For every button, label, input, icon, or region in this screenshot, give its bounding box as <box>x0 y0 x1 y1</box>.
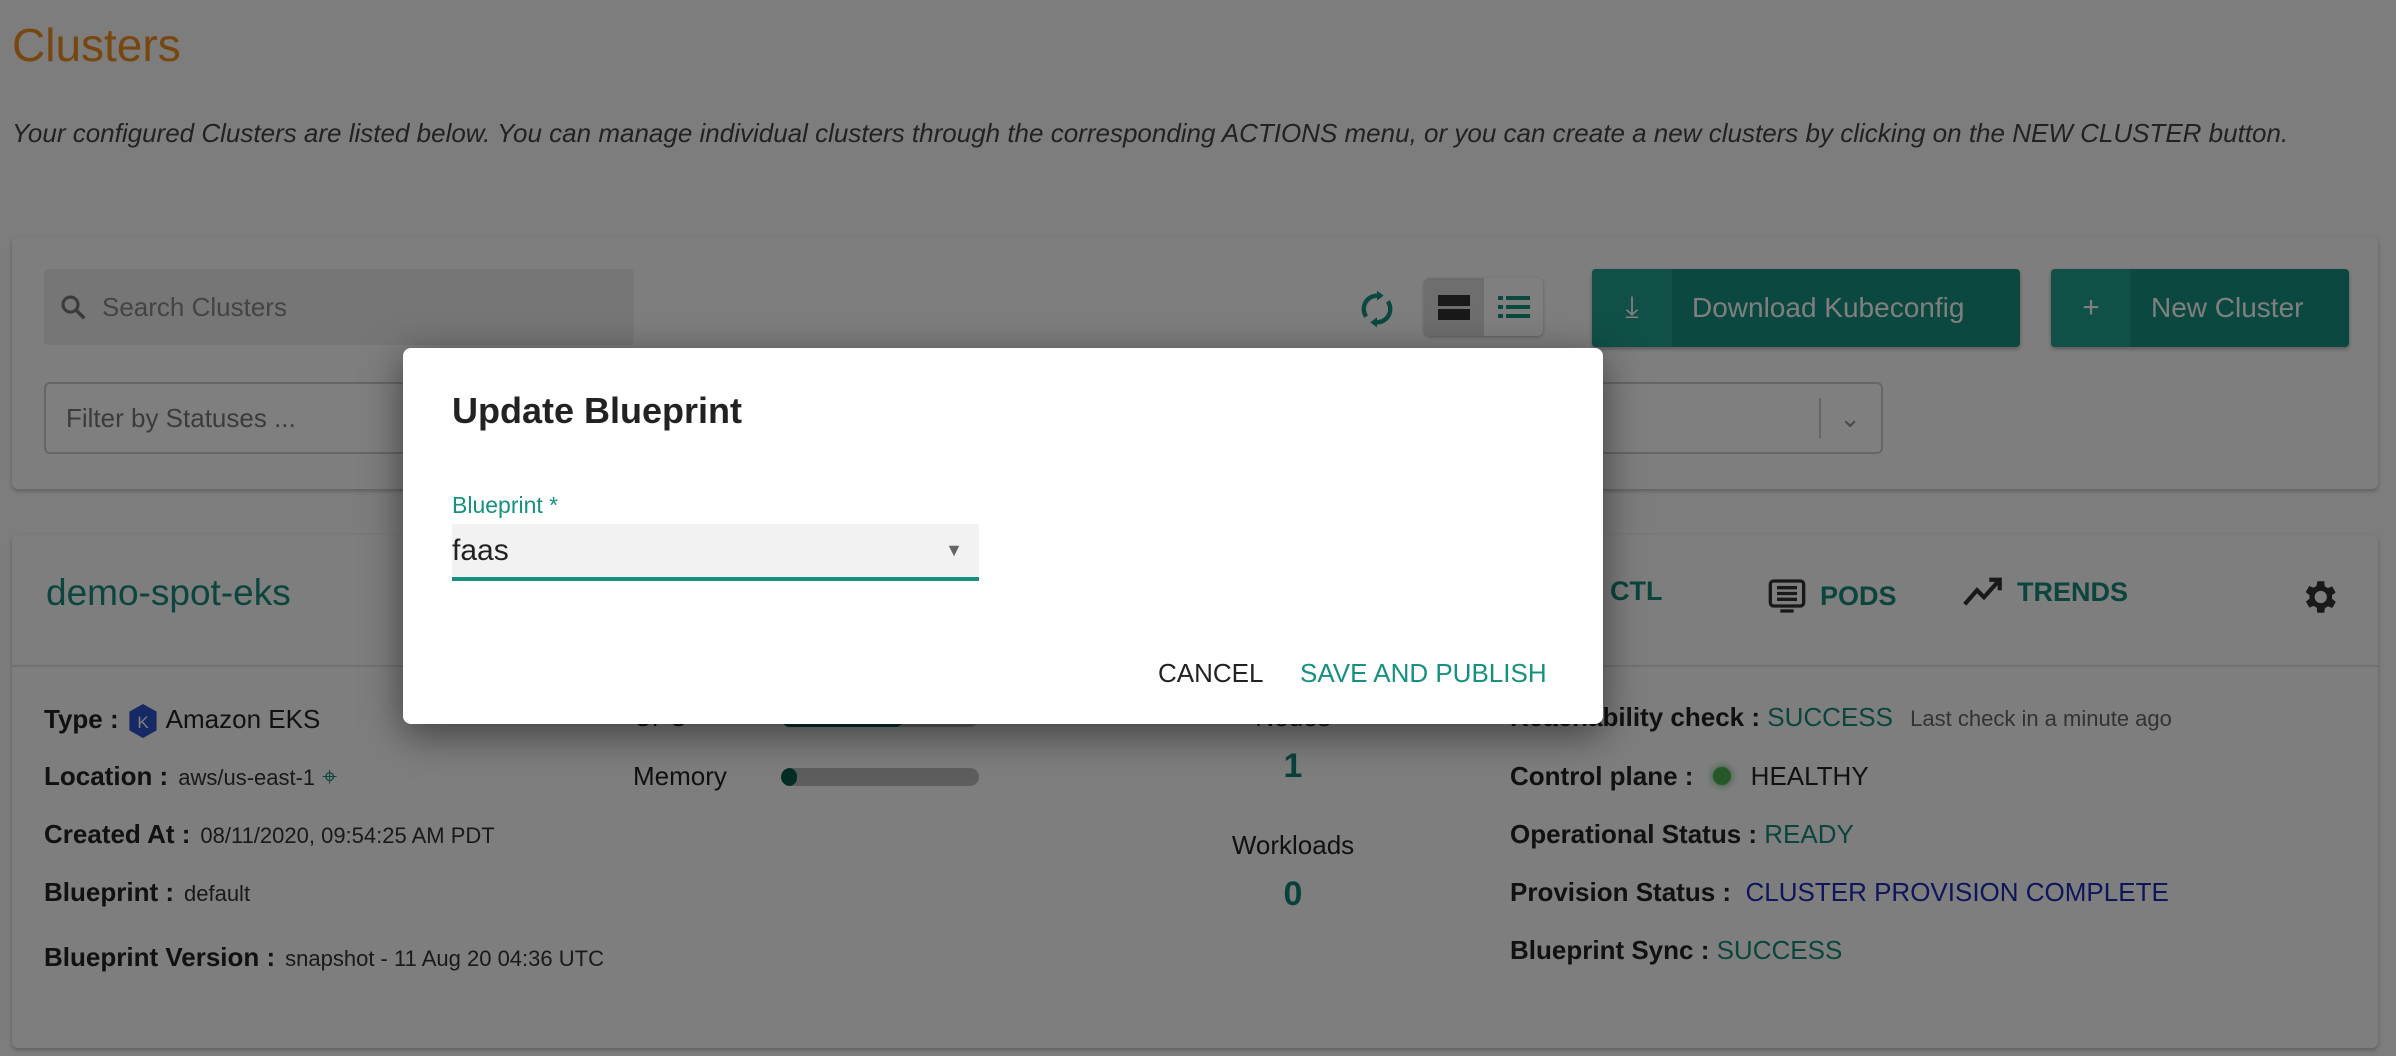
cancel-button[interactable]: CANCEL <box>1158 658 1263 689</box>
blueprint-select[interactable]: faas ▼ <box>452 524 979 581</box>
dropdown-arrow-icon: ▼ <box>945 540 963 560</box>
blueprint-field-label: Blueprint * <box>452 492 559 518</box>
blueprint-select-value: faas <box>452 533 509 567</box>
update-blueprint-dialog: Update Blueprint Blueprint * faas ▼ CANC… <box>403 348 1603 724</box>
dialog-title: Update Blueprint <box>452 390 743 431</box>
save-and-publish-button[interactable]: SAVE AND PUBLISH <box>1300 658 1547 689</box>
